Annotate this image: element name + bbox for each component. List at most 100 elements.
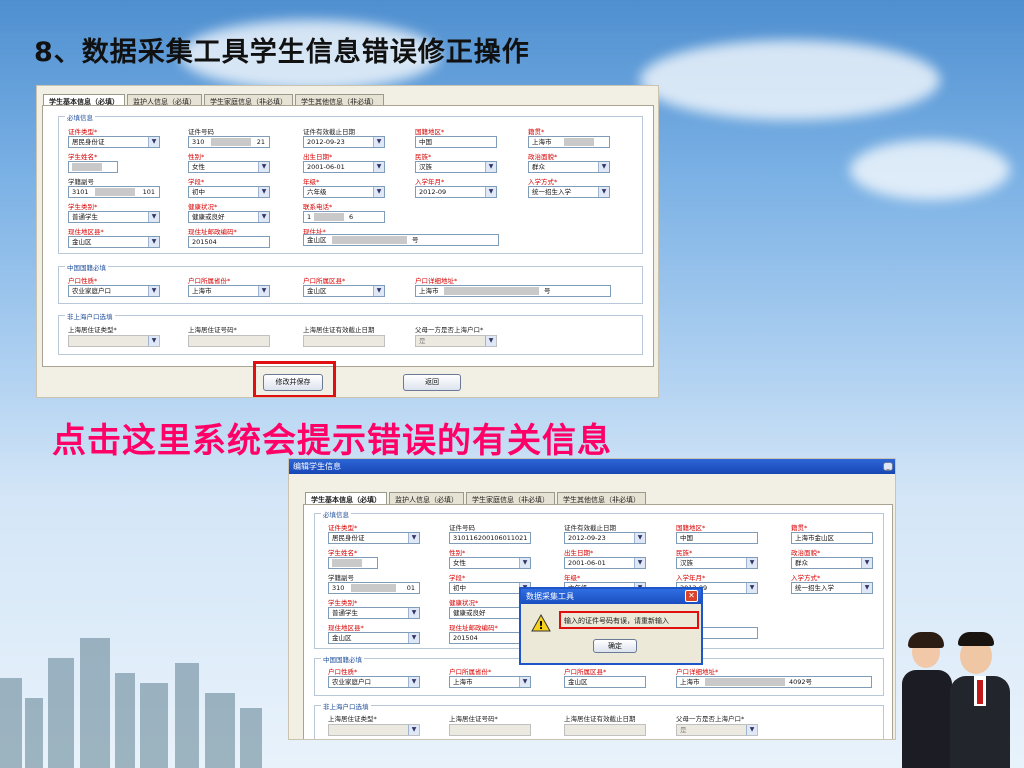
ok-button[interactable]: 确定 [593,639,637,653]
birthday-select[interactable]: 2001-06-01 ▼ [303,161,385,173]
label-health: 健康状况* [188,203,218,211]
label-birthday: 出生日期* [564,549,594,557]
parent-hukou-select[interactable]: 是 ▼ [676,724,758,736]
name-input[interactable] [68,161,118,173]
section-required: 必填信息 [321,509,351,519]
close-icon[interactable]: ✕ [685,590,698,602]
native-place-input[interactable]: 上海市金山区 [791,532,873,544]
residence-type-select[interactable]: ▼ [328,724,420,736]
hukou-type-select[interactable]: 农业家庭户口 ▼ [328,676,420,688]
student-no-input[interactable]: 3101 101 [68,186,160,198]
residence-valid-input[interactable] [303,335,385,347]
window-title: 编辑学生信息 [289,459,895,474]
grade-select[interactable]: 六年级▼ [303,186,385,198]
section-non-shanghai: 非上海户口选填 [321,701,371,711]
district-select[interactable]: 金山区 ▼ [68,236,160,248]
label-id-number: 证件号码 [188,128,214,136]
residence-no-input[interactable] [188,335,270,347]
label-student-type: 学生类别* [328,599,358,607]
student-form-panel: 学生基本信息（必填） 监护人信息（必填） 学生家庭信息（非必填） 学生其他信息（… [36,85,659,398]
ethnicity-select[interactable]: 汉族 ▼ [676,557,758,569]
label-political: 政治面貌* [791,549,821,557]
hukou-district-select[interactable]: 金山区 ▼ [303,285,385,297]
label-gender: 性别* [449,549,466,557]
label-hukou-type: 户口性质* [68,277,98,285]
label-id-type: 证件类型* [68,128,98,136]
label-hukou-district: 户口所属区县* [303,277,346,285]
error-dialog: 数据采集工具 ✕ ! 输入的证件号码有误，请重新输入 确定 [519,587,703,665]
health-select[interactable]: 健康或良好▼ [188,211,270,223]
residence-no-input[interactable] [449,724,531,736]
hukou-province-select[interactable]: 上海市 ▼ [449,676,531,688]
label-native-place: 籍贯* [791,524,808,532]
label-school-stage: 学段* [449,574,466,582]
student-type-select[interactable]: 普通学生 ▼ [68,211,160,223]
slide-caption: 点击这里系统会提示错误的有关信息 [52,421,612,461]
phone-input[interactable]: 16 [303,211,385,223]
label-hukou-province: 户口所属省份* [449,668,492,676]
hukou-address-input[interactable]: 上海市号 [415,285,611,297]
country-input[interactable]: 中国 [415,136,497,148]
district-select[interactable]: 金山区 ▼ [328,632,420,644]
hukou-province-select[interactable]: 上海市 ▼ [188,285,270,297]
label-district: 现住地区县* [68,228,104,236]
label-grade: 年级* [303,178,320,186]
school-stage-select[interactable]: 初中▼ [188,186,270,198]
enroll-method-select[interactable]: 统一招生入学 ▼ [528,186,610,198]
label-student-type: 学生类别* [68,203,98,211]
ethnicity-select[interactable]: 汉族 ▼ [415,161,497,173]
label-grade: 年级* [564,574,581,582]
student-no-input[interactable]: 310 01 [328,582,420,594]
label-residence-valid: 上海居住证有效截止日期 [303,326,375,334]
name-input[interactable] [328,557,378,569]
label-enroll-method: 入学方式* [791,574,821,582]
label-birthday: 出生日期* [303,153,333,161]
hukou-district-input[interactable]: 金山区 [564,676,646,688]
label-country: 国籍地区* [415,128,445,136]
enroll-date-select[interactable]: 2012-09▼ [415,186,497,198]
label-native-place: 籍贯* [528,128,545,136]
label-residence-no: 上海居住证号码* [449,715,498,723]
native-place-input[interactable]: 上海市 [528,136,610,148]
section-region: 中国国籍必填 [65,262,108,272]
hukou-address-input[interactable]: 上海市 4092号 [676,676,872,688]
window-minimize-button[interactable]: _ [883,462,893,471]
id-type-select[interactable]: 居民身份证 ▼ [68,136,160,148]
postcode-input[interactable]: 201504 [188,236,270,248]
back-button[interactable]: 返回 [403,374,461,391]
political-select[interactable]: 群众 ▼ [791,557,873,569]
id-valid-date-select[interactable]: 2012-09-23 ▼ [303,136,385,148]
student-type-select[interactable]: 普通学生 ▼ [328,607,420,619]
label-student-no: 学籍副号 [68,178,94,186]
error-message: 输入的证件号码有误，请重新输入 [564,617,669,625]
label-enroll-date: 入学年月* [676,574,706,582]
save-button-highlight [253,361,336,397]
id-number-input[interactable]: 310116200106011021 [449,532,531,544]
political-select[interactable]: 群众 ▼ [528,161,610,173]
parent-hukou-select[interactable]: 是 ▼ [415,335,497,347]
residence-type-select[interactable]: ▼ [68,335,160,347]
svg-text:!: ! [538,619,543,632]
edit-student-window: 编辑学生信息 _ 学生基本信息（必填） 监护人信息（必填） 学生家庭信息（非必填… [288,458,896,740]
birthday-select[interactable]: 2001-06-01 ▼ [564,557,646,569]
residence-valid-input[interactable] [564,724,646,736]
label-hukou-address: 户口详细地址* [676,668,719,676]
warning-icon: ! [531,614,551,632]
label-id-valid-date: 证件有效截止日期 [303,128,355,136]
country-input[interactable]: 中国 [676,532,758,544]
id-valid-date-select[interactable]: 2012-09-23 ▼ [564,532,646,544]
label-ethnicity: 民族* [415,153,432,161]
gender-select[interactable]: 女性 ▼ [188,161,270,173]
gender-select[interactable]: 女性 ▼ [449,557,531,569]
label-residence-type: 上海居住证类型* [328,715,377,723]
label-parent-hukou: 父母一方是否上海户口* [676,715,745,723]
label-id-valid-date: 证件有效截止日期 [564,524,616,532]
enroll-method-select[interactable]: 统一招生入学 ▼ [791,582,873,594]
id-number-input[interactable]: 310 21 [188,136,270,148]
label-id-number: 证件号码 [449,524,475,532]
label-enroll-method: 入学方式* [528,178,558,186]
id-type-select[interactable]: 居民身份证 ▼ [328,532,420,544]
dialog-title: 数据采集工具 [521,589,701,604]
address-input[interactable]: 金山区号 [303,234,499,246]
hukou-type-select[interactable]: 农业家庭户口 ▼ [68,285,160,297]
